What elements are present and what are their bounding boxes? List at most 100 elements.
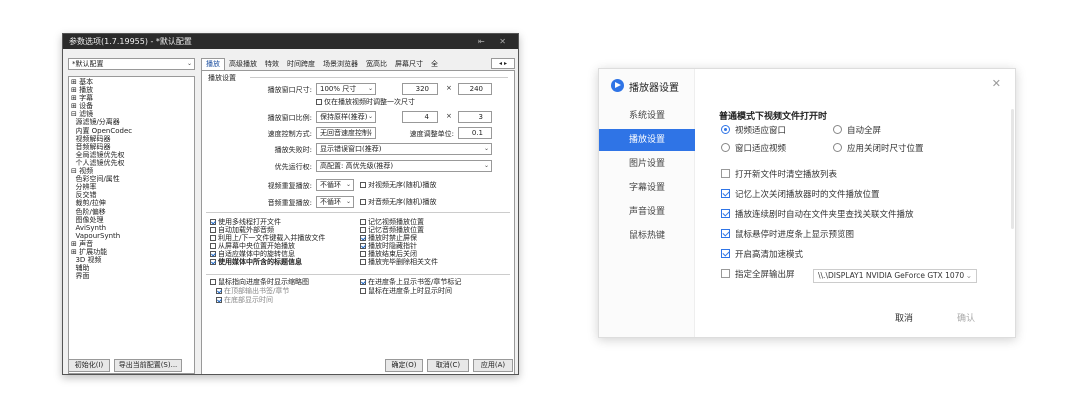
tree-item[interactable]: 内置 OpenCodec (71, 127, 192, 135)
tree-item[interactable]: ⊞ 播放 (71, 86, 192, 94)
speed-select[interactable]: 无回音速度控制(⌄ (316, 127, 376, 139)
window-size-select[interactable]: 100% 尺寸 ⌄ (316, 83, 376, 95)
setting-checkbox[interactable]: 开启高清加速模式 (721, 249, 803, 261)
checkbox-label: 鼠标在进度条上时显示时间 (368, 287, 452, 295)
radio-label: 视频适应窗口 (735, 126, 787, 136)
option-checkbox[interactable]: 鼠标在进度条上时显示时间 (360, 287, 452, 295)
settings-tree[interactable]: ⊞ 基本 ⊞ 播放 ⊞ 字幕 ⊞ 设备 ⊟ 滤镜 源滤镜/分离器 内置 OpenCode… (68, 76, 195, 374)
tree-item[interactable]: VapourSynth (71, 232, 192, 240)
tree-item[interactable]: 界面 (71, 272, 192, 280)
tab-item[interactable]: 播放 (201, 58, 225, 70)
width-stepper[interactable]: 320 (402, 83, 438, 95)
tree-item[interactable]: 源滤镜/分离器 (71, 118, 192, 126)
speed-unit-stepper[interactable]: 0.1 (458, 127, 492, 139)
window-controls[interactable]: ⇤ ✕ (478, 34, 512, 49)
tree-item[interactable]: AviSynth (71, 224, 192, 232)
sidebar-item[interactable]: 声音设置 (599, 201, 695, 223)
tab-item[interactable]: 宽高比 (362, 59, 391, 70)
tree-item[interactable]: 辅助 (71, 264, 192, 272)
setting-checkbox[interactable]: 鼠标悬停时进度条上显示预览图 (721, 229, 854, 241)
scrollbar[interactable] (1011, 109, 1014, 229)
tree-item[interactable]: 音频解码器 (71, 143, 192, 151)
setting-checkbox[interactable]: 指定全屏输出屏 (721, 269, 795, 281)
tab-item[interactable]: 时间跨度 (283, 59, 319, 70)
tab-item[interactable]: 场景浏览器 (319, 59, 362, 70)
tree-item[interactable]: ⊞ 基本 (71, 78, 192, 86)
option-checkbox[interactable]: 播放时隐藏指针 (360, 242, 510, 250)
init-button[interactable]: 初始化(I) (68, 359, 110, 372)
setting-checkbox[interactable]: 播放连续剧时自动在文件夹里查找关联文件播放 (721, 209, 914, 221)
sidebar-item[interactable]: 系统设置 (599, 105, 695, 127)
option-checkbox[interactable]: 利用上/下一文件键载入并播放文件 (210, 234, 360, 242)
height-stepper[interactable]: 240 (458, 83, 492, 95)
checkbox-label: 记忆视频播放位置 (368, 218, 424, 226)
profile-select[interactable]: *默认配置 ⌄ (68, 58, 195, 70)
tab-item[interactable]: 特效 (261, 59, 283, 70)
option-checkbox[interactable]: 在顶部输出书签/章节 (216, 287, 289, 295)
tree-item[interactable]: 色阶/偏移 (71, 208, 192, 216)
fail-select[interactable]: 显示错误窗口(推荐) ⌄ (316, 143, 492, 155)
ratio-select[interactable]: 保持原样(推荐) ⌄ (316, 111, 376, 123)
option-checkbox[interactable]: 记忆音频播放位置 (360, 226, 510, 234)
tab-strip[interactable]: 播放 高级播放 特效 时间跨度 场景浏览器 宽高比 屏幕尺寸全 (201, 58, 442, 70)
tree-item[interactable]: 全局滤镜优先权 (71, 151, 192, 159)
radio-label: 应用关闭时尺寸位置 (847, 144, 924, 154)
option-checkbox[interactable]: 播放结束后关闭 (360, 250, 510, 258)
sidebar-item[interactable]: 播放设置 (599, 129, 695, 151)
option-checkbox[interactable]: 从屏幕中央位置开始播放 (210, 242, 360, 250)
option-checkbox[interactable]: 记忆视频播放位置 (360, 218, 510, 226)
open-mode-radio[interactable]: 窗口适应视频 (721, 143, 786, 155)
option-checkbox[interactable]: 自适应媒体中的旋转信息 (210, 250, 360, 258)
close-icon[interactable]: ✕ (992, 77, 1001, 90)
display-select[interactable]: \\.\DISPLAY1 NVIDIA GeForce GTX 1070 ⌄ (813, 269, 977, 283)
option-checkbox[interactable]: 自动加载外部音频 (210, 226, 360, 234)
export-config-button[interactable]: 导出当前配置(S)... (114, 359, 182, 372)
setting-checkbox[interactable]: 打开新文件时清空播放列表 (721, 169, 837, 181)
checkbox-box (210, 227, 216, 233)
tree-item[interactable]: 色彩空间/属性 (71, 175, 192, 183)
cancel-button[interactable]: 取消(C) (427, 359, 469, 372)
sidebar-item[interactable]: 图片设置 (599, 153, 695, 175)
ok-button[interactable]: 确定(O) (385, 359, 423, 372)
open-mode-radio[interactable]: 视频适应窗口 (721, 125, 786, 137)
tree-item[interactable]: ⊟ 视频 (71, 167, 192, 175)
sidebar-item[interactable]: 鼠标热键 (599, 225, 695, 247)
tree-item[interactable]: 视频解码器 (71, 135, 192, 143)
sidebar-item[interactable]: 字幕设置 (599, 177, 695, 199)
tab-item[interactable]: 屏幕尺寸 (391, 59, 427, 70)
tree-item[interactable]: ⊞ 扩展功能 (71, 248, 192, 256)
ratio-b-stepper[interactable]: 3 (458, 111, 492, 123)
setting-checkbox[interactable]: 记忆上次关闭播放器时的文件播放位置 (721, 189, 880, 201)
option-checkbox[interactable]: 播放完毕删除相关文件 (360, 258, 510, 266)
video-random-checkbox[interactable]: 对视频无序(随机)播放 (360, 181, 436, 189)
option-checkbox[interactable]: 播放时禁止屏保 (360, 234, 510, 242)
video-repeat-select[interactable]: 不循环 ⌄ (316, 179, 354, 191)
option-checkbox[interactable]: 在进度条上显示书签/章节标记 (360, 278, 461, 286)
option-checkbox[interactable]: 使用多线程打开文件 (210, 218, 360, 226)
option-checkbox[interactable]: 鼠标指向进度条时显示缩略图 (210, 278, 309, 286)
fail-value: 显示错误窗口(推荐) (320, 145, 382, 153)
audio-repeat-select[interactable]: 不循环 ⌄ (316, 196, 354, 208)
open-mode-radio[interactable]: 自动全屏 (833, 125, 881, 137)
tree-item[interactable]: ⊞ 声音 (71, 240, 192, 248)
tree-item[interactable]: 裁剪/拉伸 (71, 199, 192, 207)
priority-select[interactable]: 高配置: 高优先级(推荐) ⌄ (316, 160, 492, 172)
resize-once-checkbox[interactable]: 仅在播放视频时调整一次尺寸 (316, 98, 415, 106)
audio-random-checkbox[interactable]: 对音频无序(随机)播放 (360, 198, 436, 206)
playback-panel: 播放设置 播放窗口尺寸: 100% 尺寸 ⌄ 320 × 240 仅在播放视频时调… (201, 70, 515, 374)
tree-item[interactable]: 个人滤镜优先权 (71, 159, 192, 167)
option-checkbox[interactable]: 使用媒体中所含的标题信息 (210, 258, 360, 266)
apply-button[interactable]: 应用(A) (473, 359, 513, 372)
tab-item[interactable]: 全 (427, 59, 442, 70)
option-checkbox[interactable]: 在底部显示时间 (216, 296, 273, 304)
tree-item[interactable]: 3D 视频 (71, 256, 192, 264)
checkbox-label: 自适应媒体中的旋转信息 (218, 250, 295, 258)
open-mode-radio[interactable]: 应用关闭时尺寸位置 (833, 143, 924, 155)
tab-scroll-arrows-icon[interactable]: ◂ ▸ (491, 58, 515, 69)
checkbox-label: 在进度条上显示书签/章节标记 (368, 278, 462, 286)
tree-item[interactable]: 图像处理 (71, 216, 192, 224)
ratio-a-stepper[interactable]: 4 (402, 111, 438, 123)
tab-item[interactable]: 高级播放 (225, 59, 261, 70)
confirm-button[interactable]: 确认 (957, 311, 975, 324)
cancel-button[interactable]: 取消 (895, 311, 913, 324)
